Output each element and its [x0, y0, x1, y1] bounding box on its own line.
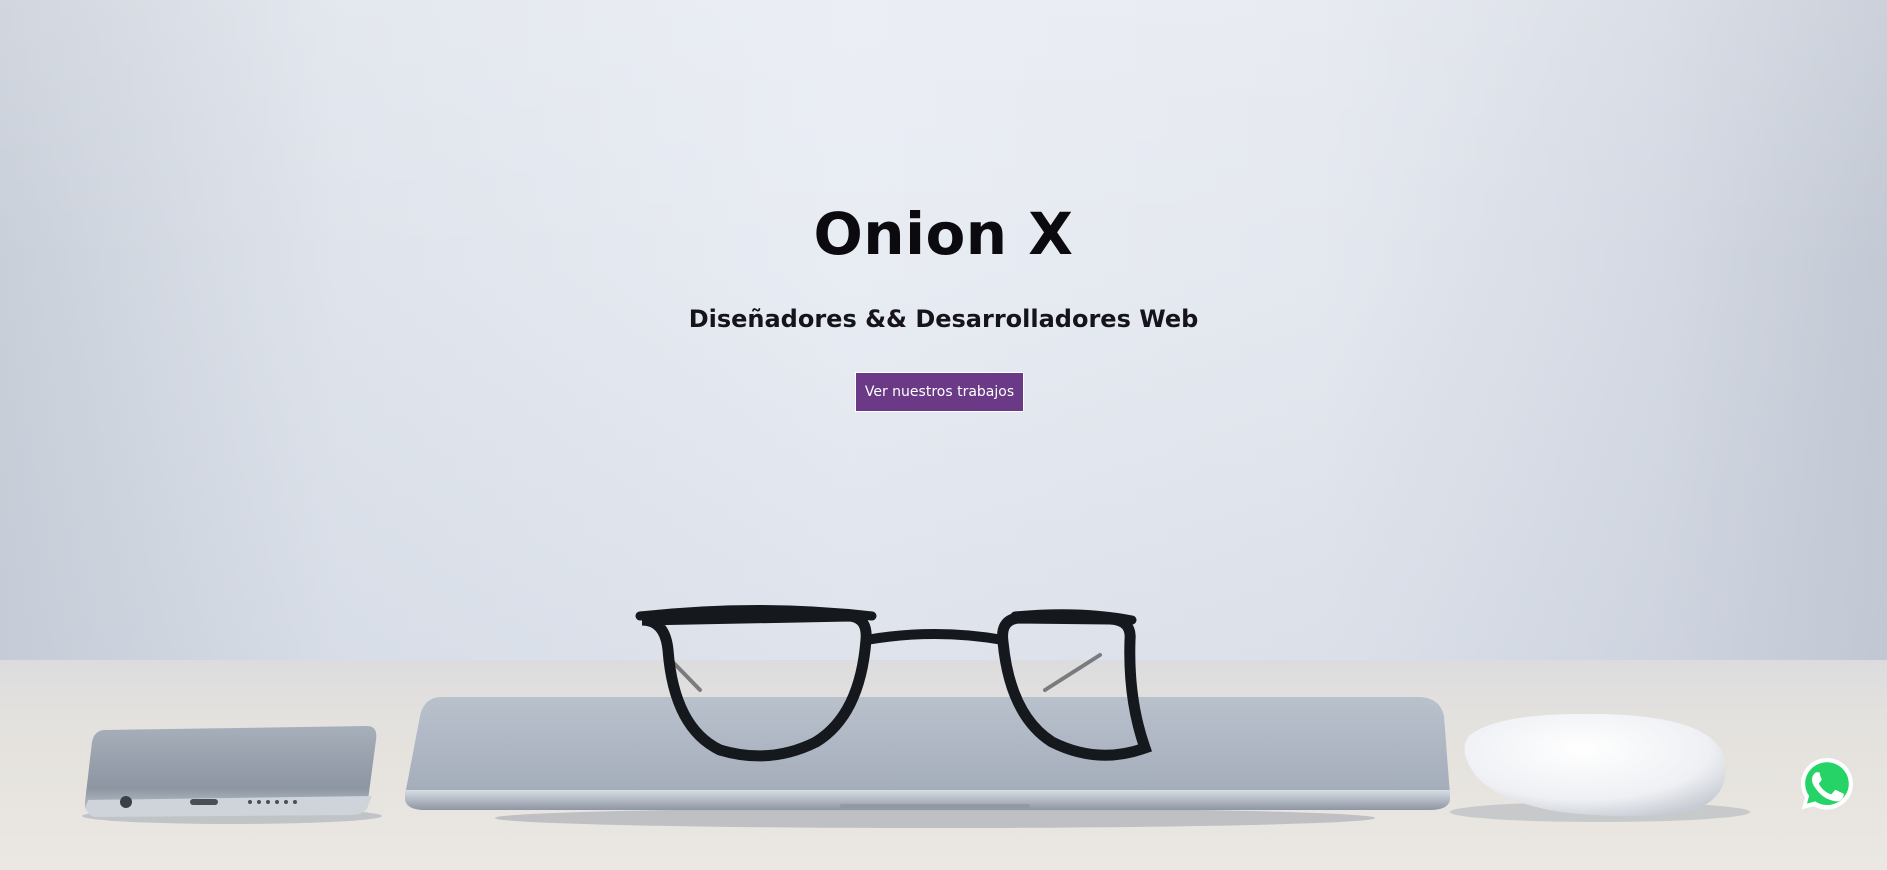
mouse-illustration	[1464, 713, 1726, 817]
whatsapp-icon	[1801, 758, 1853, 810]
site-tagline: Diseñadores && Desarrolladores Web	[688, 305, 1199, 333]
hero-background-image	[82, 605, 1750, 828]
laptop-illustration	[405, 697, 1450, 810]
hero-section: Onion X Diseñadores && Desarrolladores W…	[0, 0, 1887, 870]
view-works-button[interactable]: Ver nuestros trabajos	[855, 372, 1024, 412]
site-title: Onion X	[813, 200, 1074, 268]
whatsapp-button[interactable]	[1797, 754, 1857, 814]
laptop-shadow	[495, 808, 1375, 828]
phone-illustration	[84, 726, 377, 817]
